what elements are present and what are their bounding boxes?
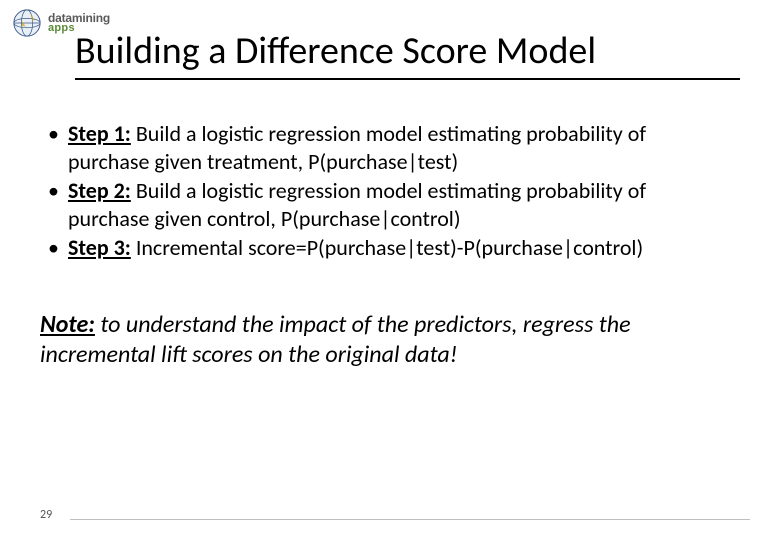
step-text: Build a logistic regression model estima… [68, 120, 646, 175]
step-text: Incremental score=P(purchase|test)-P(pur… [131, 234, 643, 261]
slide-content: Step 1: Build a logistic regression mode… [40, 120, 730, 370]
footer-divider [70, 519, 750, 520]
note-label: Note: [40, 310, 95, 339]
note-block: Note: to understand the impact of the pr… [40, 310, 730, 370]
bullet-list: Step 1: Build a logistic regression mode… [40, 120, 730, 262]
slide: datamining apps Building a Difference Sc… [0, 0, 780, 540]
list-item: Step 2: Build a logistic regression mode… [40, 177, 730, 232]
note-text: to understand the impact of the predicto… [40, 310, 631, 369]
step-label: Step 3: [68, 234, 131, 261]
slide-title: Building a Difference Score Model [75, 28, 740, 80]
step-label: Step 2: [68, 177, 131, 204]
step-label: Step 1: [68, 120, 131, 147]
page-number: 29 [40, 508, 52, 522]
step-text: Build a logistic regression model estima… [68, 177, 646, 232]
globe-icon [12, 8, 42, 38]
list-item: Step 3: Incremental score=P(purchase|tes… [40, 234, 730, 262]
list-item: Step 1: Build a logistic regression mode… [40, 120, 730, 175]
